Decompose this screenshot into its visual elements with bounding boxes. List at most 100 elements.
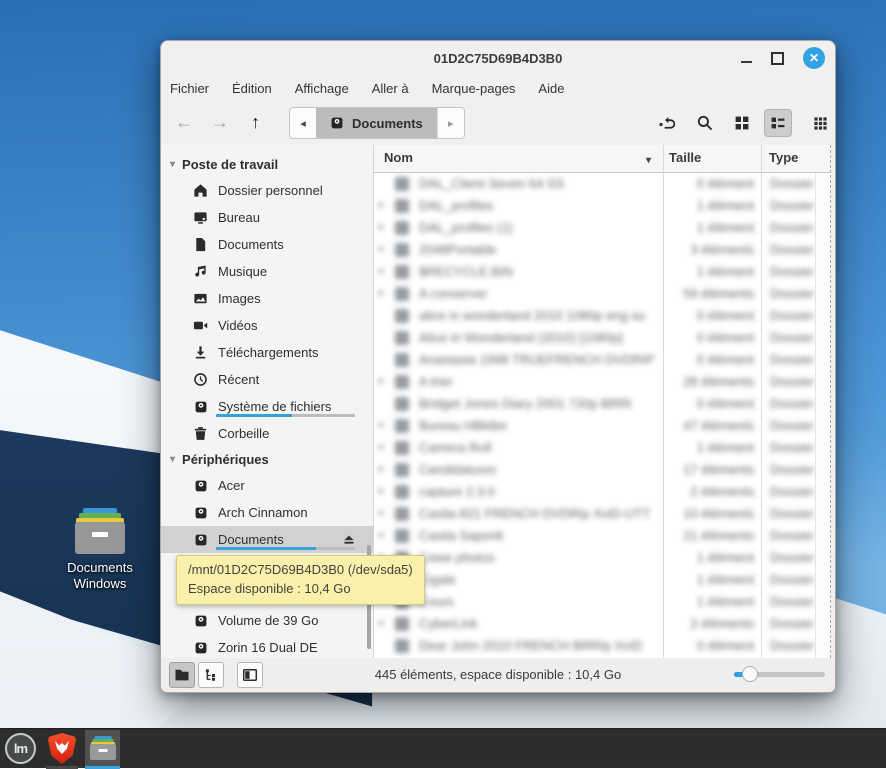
folder-icon [395, 353, 409, 367]
table-row[interactable]: Anastasia 1998 TRUEFRENCH DVDRIP0 élémen… [374, 349, 815, 371]
table-row[interactable]: A trier28 élémentsDossier [374, 371, 815, 393]
expander-icon[interactable] [379, 267, 385, 275]
sidebar-item-documents[interactable]: Documents [161, 526, 373, 553]
table-row[interactable]: Cours1 élémentDossier [374, 591, 815, 613]
disk-usage-bar [216, 547, 355, 550]
sidebar-section-peripheriques[interactable]: ▾Périphériques [161, 447, 373, 472]
column-header-nom[interactable]: Nom [384, 150, 413, 165]
sidebar-item-systeme-de-fichiers[interactable]: Système de fichiers [161, 393, 373, 420]
table-row[interactable]: 2048Portable3 élémentsDossier [374, 239, 815, 261]
sidebar-section-poste-de-travail[interactable]: ▾Poste de travail [161, 152, 373, 177]
table-row[interactable]: capture 2.3.02 élémentsDossier [374, 481, 815, 503]
expander-icon[interactable] [379, 487, 385, 495]
expander-icon[interactable] [379, 619, 385, 627]
home-icon [193, 183, 208, 198]
up-button[interactable]: ↑ [251, 110, 260, 134]
menu-item-affichage[interactable]: Affichage [295, 81, 349, 96]
table-row[interactable]: Casita Saporiti21 élémentsDossier [374, 525, 815, 547]
sidebar-item-bureau[interactable]: Bureau [161, 204, 373, 231]
table-row[interactable]: Cigale1 élémentDossier [374, 569, 815, 591]
zoom-slider-handle[interactable] [742, 666, 758, 682]
table-row[interactable]: Bureau HBktbn47 élémentsDossier [374, 415, 815, 437]
toggle-location-entry-button[interactable] [653, 109, 681, 137]
sidebar-item-recent[interactable]: Récent [161, 366, 373, 393]
table-row[interactable]: Camera Roll1 élémentDossier [374, 437, 815, 459]
file-size: 17 éléments [659, 462, 754, 477]
file-name: alice in wonderland 2010 1080p eng su [419, 308, 645, 323]
table-row[interactable]: Alice in Wonderland (2010) [1080p]0 élém… [374, 327, 815, 349]
column-header-taille[interactable]: Taille [669, 150, 701, 165]
expander-icon[interactable] [379, 201, 385, 209]
menu-item-aide[interactable]: Aide [538, 81, 564, 96]
icon-view-button[interactable] [728, 109, 756, 137]
drive-icon [193, 478, 208, 493]
minimize-button[interactable] [741, 61, 752, 64]
back-button[interactable]: ← [175, 110, 193, 134]
sidebar-item-label: Arch Cinnamon [218, 505, 308, 520]
breadcrumb-prev-button[interactable]: ◂ [290, 108, 316, 138]
table-row[interactable]: DAL_Client Seven 64 SS0 élémentDossier [374, 173, 815, 195]
expander-icon[interactable] [379, 245, 385, 253]
brave-browser-icon[interactable] [48, 733, 76, 764]
expander-icon[interactable] [379, 509, 385, 517]
list-scrollbar[interactable] [815, 173, 830, 658]
column-header-type[interactable]: Type [769, 150, 798, 165]
expander-icon[interactable] [379, 223, 385, 231]
sidebar-item-videos[interactable]: Vidéos [161, 312, 373, 339]
sidebar-item-telechargements[interactable]: Téléchargements [161, 339, 373, 366]
search-button[interactable] [691, 109, 719, 137]
maximize-button[interactable] [771, 52, 784, 65]
file-type: Dossier [770, 352, 814, 367]
forward-button[interactable]: → [211, 110, 229, 134]
expander-icon[interactable] [379, 421, 385, 429]
sidebar-item-dossier-personnel[interactable]: Dossier personnel [161, 177, 373, 204]
expander-icon[interactable] [379, 289, 385, 297]
file-type: Dossier [770, 330, 814, 345]
sidebar-item-musique[interactable]: Musique [161, 258, 373, 285]
sidebar-item-zorin-16-dual-de[interactable]: Zorin 16 Dual DE [161, 634, 373, 658]
breadcrumb-current[interactable]: Documents [316, 108, 437, 138]
expander-icon[interactable] [379, 443, 385, 451]
sidebar-item-images[interactable]: Images [161, 285, 373, 312]
table-row[interactable]: Casita 821 FRENCH DVDRip XviD-UTT10 élém… [374, 503, 815, 525]
menu-item-fichier[interactable]: Fichier [170, 81, 209, 96]
table-row[interactable]: DAL_profiles1 élémentDossier [374, 195, 815, 217]
close-button[interactable]: ✕ [803, 47, 825, 69]
table-row[interactable]: Cewe photos1 élémentDossier [374, 547, 815, 569]
sidebar-item-volume-de-39-go[interactable]: Volume de 39 Go [161, 607, 373, 634]
expander-icon[interactable] [379, 531, 385, 539]
file-type: Dossier [770, 572, 814, 587]
sidebar-item-documents[interactable]: Documents [161, 231, 373, 258]
table-row[interactable]: Dear John 2010 FRENCH BRRIp XviD0 élémen… [374, 635, 815, 657]
file-manager-taskbar-icon[interactable] [85, 730, 120, 766]
titlebar[interactable]: 01D2C75D69B4D3B0 ✕ [161, 41, 835, 75]
zoom-slider[interactable] [734, 672, 825, 677]
table-row[interactable]: A conserver59 élémentsDossier [374, 283, 815, 305]
desktop-icon-label: Documents Windows [54, 560, 146, 593]
breadcrumb-next-button[interactable]: ▸ [437, 108, 464, 138]
folder-icon [395, 287, 409, 301]
expander-icon[interactable] [379, 465, 385, 473]
list-view-button[interactable] [764, 109, 792, 137]
menu-item-edition[interactable]: Édition [232, 81, 272, 96]
compact-view-button[interactable] [806, 109, 834, 137]
file-type: Dossier [770, 638, 814, 653]
table-row[interactable]: alice in wonderland 2010 1080p eng su0 é… [374, 305, 815, 327]
table-row[interactable]: Bridget Jones Diary 2001 720p BRRi0 élém… [374, 393, 815, 415]
table-row[interactable]: Candidatures17 élémentsDossier [374, 459, 815, 481]
file-size: 59 éléments [659, 286, 754, 301]
sidebar-item-arch-cinnamon[interactable]: Arch Cinnamon [161, 499, 373, 526]
table-row[interactable]: $RECYCLE.BIN1 élémentDossier [374, 261, 815, 283]
desktop-icon-documents-windows[interactable]: Documents Windows [54, 508, 146, 593]
mint-menu-icon[interactable]: lm [5, 733, 36, 764]
menu-item-aller-a[interactable]: Aller à [372, 81, 409, 96]
sidebar-item-acer[interactable]: Acer [161, 472, 373, 499]
file-name: Anastasia 1998 TRUEFRENCH DVDRIP [419, 352, 654, 367]
expander-icon[interactable] [379, 377, 385, 385]
eject-icon[interactable] [342, 533, 356, 547]
table-row[interactable]: DAL_profiles (1)1 élémentDossier [374, 217, 815, 239]
file-size: 1 élément [659, 198, 754, 213]
menu-item-marque-pages[interactable]: Marque-pages [432, 81, 516, 96]
sidebar-item-corbeille[interactable]: Corbeille [161, 420, 373, 447]
table-row[interactable]: CyberLink2 élémentsDossier [374, 613, 815, 635]
